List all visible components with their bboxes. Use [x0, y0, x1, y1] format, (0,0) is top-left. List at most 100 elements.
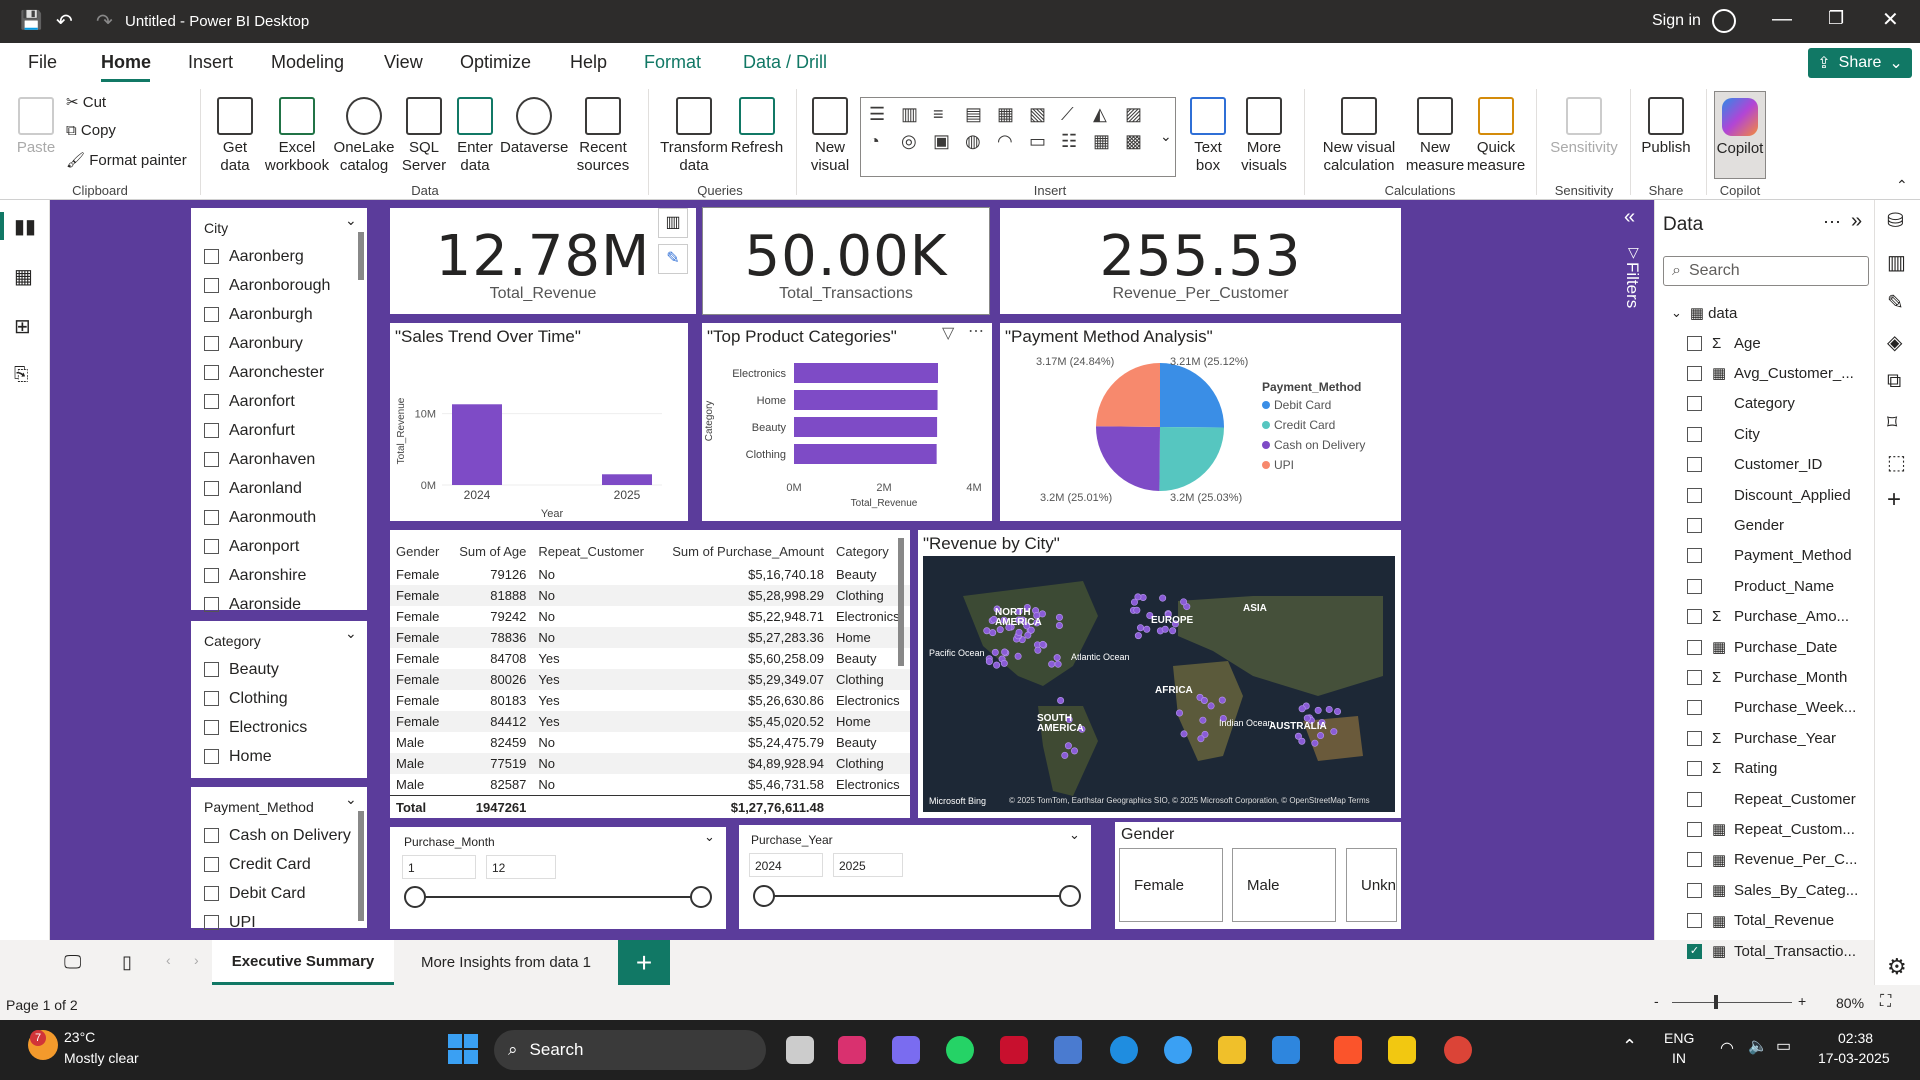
filter-icon[interactable]: ▽ — [942, 323, 954, 343]
city-option[interactable]: Aaronburgh — [191, 300, 367, 329]
field-checkbox[interactable]: ✓ — [1687, 943, 1702, 959]
tab-executive-summary[interactable]: Executive Summary — [212, 940, 394, 985]
table-visual-icon[interactable]: ▦ — [1093, 131, 1125, 152]
scrollbar[interactable] — [358, 811, 364, 921]
dax-query-view-icon[interactable]: ⎘ — [14, 364, 28, 385]
chrome-icon[interactable] — [1444, 1036, 1472, 1064]
card-icon[interactable]: ▭ — [1029, 131, 1061, 152]
expand-filters-icon[interactable]: « — [1624, 206, 1635, 229]
ribbon-chart-icon[interactable]: ▨ — [1125, 104, 1157, 125]
matrix-icon[interactable]: ▩ — [1125, 131, 1157, 152]
pie-chart-icon[interactable]: ◔ — [869, 131, 901, 152]
account-icon[interactable] — [1712, 9, 1736, 33]
column-header[interactable]: Repeat_Customer — [532, 538, 656, 564]
revenue-by-city-map[interactable]: "Revenue by City" NORTH AMERICA EUROPE ASI… — [918, 530, 1401, 818]
prev-page-icon[interactable]: ‹ — [166, 952, 171, 968]
checkbox[interactable] — [204, 278, 219, 293]
checkbox[interactable] — [204, 249, 219, 264]
city-option[interactable]: Aaronhaven — [191, 445, 367, 474]
field-checkbox[interactable] — [1687, 457, 1702, 473]
table-view-icon[interactable]: ▦ — [14, 264, 33, 289]
checkbox[interactable] — [204, 915, 219, 930]
sensitivity-button[interactable]: Sensitivity — [1544, 97, 1624, 157]
city-bubble[interactable] — [1298, 737, 1306, 745]
city-option[interactable]: Aaronborough — [191, 271, 367, 300]
city-option[interactable]: Aaronfurt — [191, 416, 367, 445]
menu-format[interactable]: Format — [644, 52, 701, 73]
chevron-down-icon[interactable]: ⌄ — [704, 829, 715, 845]
range-to-input[interactable]: 12 — [486, 855, 556, 879]
stacked-column-icon[interactable]: ▥ — [901, 104, 933, 125]
legend-entry[interactable]: Debit Card — [1274, 398, 1331, 412]
city-bubble[interactable] — [1061, 751, 1069, 759]
range-handle-start[interactable] — [404, 886, 426, 908]
menu-data-drill[interactable]: Data / Drill — [743, 52, 827, 73]
legend-entry[interactable]: UPI — [1274, 458, 1294, 472]
category-option[interactable]: Clothing — [191, 684, 367, 713]
whatsapp-icon[interactable] — [946, 1036, 974, 1064]
field-checkbox[interactable] — [1687, 730, 1702, 746]
payment-option[interactable]: Credit Card — [191, 850, 367, 879]
city-bubble[interactable] — [1334, 707, 1342, 715]
city-bubble[interactable] — [1001, 648, 1009, 656]
city-bubble[interactable] — [1070, 747, 1078, 755]
data-pane-icon[interactable]: ⛁ — [1887, 208, 1904, 233]
scrollbar[interactable] — [898, 538, 904, 666]
table-row[interactable]: Female 84412 Yes $5,45,020.52 Home — [390, 711, 910, 732]
field-item[interactable]: Gender — [1663, 510, 1873, 540]
map-icon[interactable]: ◍ — [965, 131, 997, 152]
task-view-icon[interactable] — [786, 1036, 814, 1064]
add-pane-icon[interactable]: + — [1887, 486, 1901, 514]
table-row[interactable]: Female 79242 No $5,22,948.71 Electronics — [390, 606, 910, 627]
new-visual-button[interactable]: New visual — [804, 97, 856, 175]
store-icon[interactable] — [1054, 1036, 1082, 1064]
city-bubble[interactable] — [1199, 716, 1207, 724]
sales-trend-chart[interactable]: "Sales Trend Over Time" Total_Revenue 0M 1… — [390, 323, 688, 521]
city-bubble[interactable] — [1000, 659, 1008, 667]
field-item[interactable]: ✓ ▦ Total_Transactio... — [1663, 936, 1873, 966]
field-item[interactable]: City — [1663, 419, 1873, 449]
model-view-icon[interactable]: ⊞ — [14, 314, 31, 339]
sign-in-link[interactable]: Sign in — [1652, 12, 1701, 30]
save-icon[interactable]: 💾 — [20, 10, 42, 31]
table-row[interactable]: Female 81888 No $5,28,998.29 Clothing — [390, 585, 910, 606]
city-bubble[interactable] — [989, 629, 997, 637]
field-checkbox[interactable] — [1687, 669, 1702, 685]
volume-icon[interactable]: 🔈 — [1748, 1036, 1768, 1056]
city-bubble[interactable] — [1048, 660, 1056, 668]
field-item[interactable]: Category — [1663, 389, 1873, 419]
map-canvas[interactable]: NORTH AMERICA EUROPE ASIA Pacific Ocean Atla… — [923, 556, 1395, 812]
bar[interactable] — [452, 404, 502, 485]
close-icon[interactable]: ✕ — [1882, 7, 1899, 32]
field-checkbox[interactable] — [1687, 609, 1702, 625]
field-item[interactable]: Customer_ID — [1663, 450, 1873, 480]
city-option[interactable]: Aaronberg — [191, 242, 367, 271]
desktop-view-icon[interactable]: 🖵 — [64, 952, 81, 973]
powerbi-taskbar-icon[interactable] — [1388, 1036, 1416, 1064]
chevron-up-icon[interactable]: ⌃ — [1622, 1036, 1637, 1057]
city-bubble[interactable] — [1057, 697, 1065, 705]
checkbox[interactable] — [204, 307, 219, 322]
city-bubble[interactable] — [993, 661, 1001, 669]
category-option[interactable]: Beauty — [191, 655, 367, 684]
performance-icon[interactable]: ⧉ — [1887, 370, 1901, 393]
table-row[interactable]: Male 82587 No $5,46,731.58 Electronics — [390, 774, 910, 795]
area-chart-icon[interactable]: ◭ — [1093, 104, 1125, 125]
top-categories-chart[interactable]: "Top Product Categories" ▽ ⋯ Category Ele… — [702, 323, 992, 521]
undo-icon[interactable]: ↶ — [56, 9, 73, 34]
legend-entry[interactable]: Cash on Delivery — [1274, 438, 1365, 452]
menu-view[interactable]: View — [384, 52, 423, 73]
dataverse-button[interactable]: Dataverse — [500, 97, 568, 157]
get-data-button[interactable]: Get data — [208, 97, 262, 175]
bar[interactable] — [794, 363, 938, 383]
copilot-app-icon[interactable] — [892, 1036, 920, 1064]
range-handle-start[interactable] — [753, 885, 775, 907]
checkbox[interactable] — [204, 365, 219, 380]
range-handle-end[interactable] — [690, 886, 712, 908]
range-from-input[interactable]: 1 — [402, 855, 476, 879]
report-view-icon[interactable]: ▮▮ — [14, 214, 36, 239]
city-bubble[interactable] — [1169, 627, 1177, 635]
city-bubble[interactable] — [1200, 697, 1208, 705]
treemap-icon[interactable]: ▣ — [933, 131, 965, 152]
field-checkbox[interactable] — [1687, 791, 1702, 807]
